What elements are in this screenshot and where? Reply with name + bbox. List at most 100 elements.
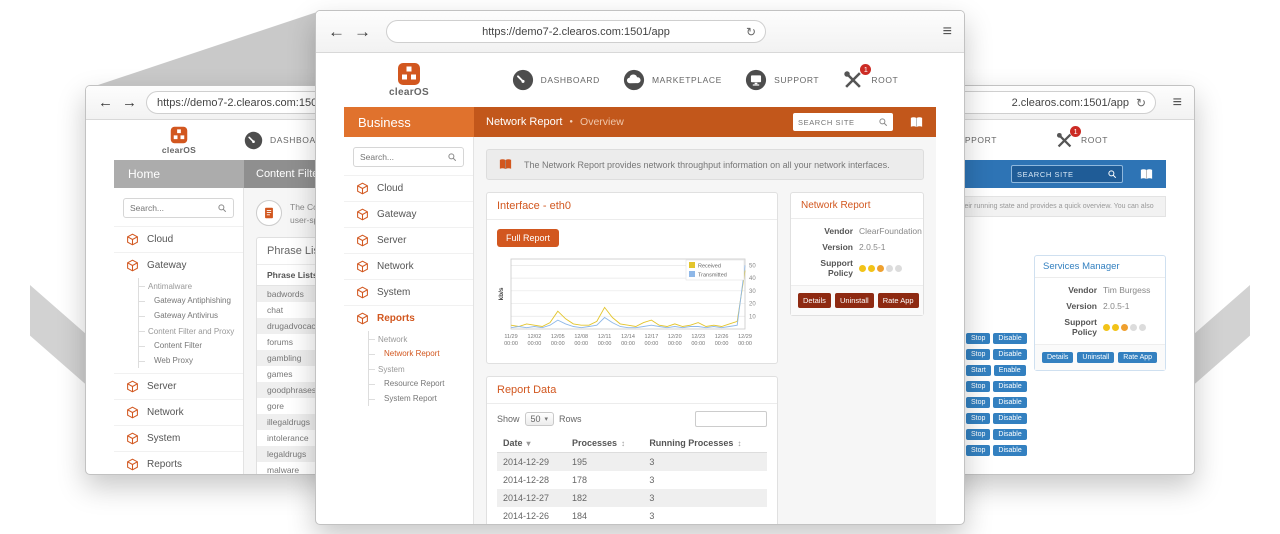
subtree-item-system-report[interactable]: System Report: [369, 391, 473, 406]
page-size-value: 50: [531, 414, 541, 424]
table-row: 2014-12-271823: [497, 489, 767, 507]
user-guide-icon[interactable]: [1139, 167, 1154, 182]
sidebar-item-gateway[interactable]: Gateway: [114, 252, 243, 278]
service-stop-button[interactable]: Stop: [966, 381, 990, 392]
nav-item-label: MARKETPLACE: [652, 75, 722, 85]
uninstall-button[interactable]: Uninstall: [1077, 352, 1114, 363]
clearos-logo[interactable]: clearOS: [114, 120, 244, 160]
support-dot: [886, 265, 893, 272]
uninstall-button[interactable]: Uninstall: [835, 293, 874, 308]
sidebar-item-system[interactable]: System: [114, 425, 243, 451]
table-cell: 2014-12-28: [497, 471, 566, 489]
sidebar-search[interactable]: [353, 147, 464, 167]
field-label: Support Policy: [1041, 317, 1103, 337]
sidebar-search[interactable]: [123, 198, 234, 218]
service-disable-button[interactable]: Disable: [993, 429, 1026, 440]
svg-text:00:00: 00:00: [528, 341, 542, 347]
subtree-item-content-filter[interactable]: Content Filter: [139, 338, 243, 353]
column-header-processes[interactable]: Processes↕: [566, 434, 643, 453]
reload-icon[interactable]: ↻: [746, 25, 756, 39]
details-button[interactable]: Details: [1042, 352, 1073, 363]
rate-app-button[interactable]: Rate App: [1118, 352, 1157, 363]
clearos-logo[interactable]: clearOS: [344, 53, 474, 107]
stage: ← → https://demo7-2.clearos.com:150 ≡ cl…: [0, 0, 1280, 534]
search-icon: [1107, 169, 1117, 179]
sidebar-item-cloud[interactable]: Cloud: [344, 175, 473, 201]
table-row: 2014-12-261843: [497, 507, 767, 525]
notification-badge: 1: [1070, 126, 1081, 137]
sidebar-search-input[interactable]: [130, 203, 217, 213]
app-panel-fields: VendorClearFoundationVersion2.0.5-1Suppo…: [791, 219, 923, 285]
dashboard-icon: [244, 131, 263, 150]
nav-item-root[interactable]: 1ROOT: [1055, 131, 1108, 150]
site-search[interactable]: [1011, 165, 1123, 183]
nav-item-support[interactable]: SUPPORT: [745, 69, 819, 91]
service-stop-button[interactable]: Stop: [966, 445, 990, 456]
user-guide-icon[interactable]: [909, 115, 924, 130]
edition-label: Home: [114, 160, 244, 188]
service-stop-button[interactable]: Stop: [966, 413, 990, 424]
center-app-header: clearOS DASHBOARD MARKETPLACE SUPPORT 1ROOT: [344, 53, 936, 107]
service-disable-button[interactable]: Disable: [993, 349, 1026, 360]
sidebar-item-reports[interactable]: Reports: [114, 451, 243, 475]
table-filter-input[interactable]: [695, 411, 767, 427]
support-dot: [895, 265, 902, 272]
back-icon[interactable]: ←: [98, 95, 113, 110]
service-disable-button[interactable]: Disable: [993, 413, 1026, 424]
forward-icon[interactable]: →: [354, 23, 371, 40]
subtree-item-gateway-antiphishing[interactable]: Gateway Antiphishing: [139, 293, 243, 308]
subtree-item-network-report[interactable]: Network Report: [369, 346, 473, 361]
site-search-input[interactable]: [798, 118, 875, 127]
sidebar-item-label: System: [377, 287, 410, 298]
sidebar-item-cloud[interactable]: Cloud: [114, 226, 243, 252]
sidebar-item-network[interactable]: Network: [114, 399, 243, 425]
nav-item-dashboard[interactable]: DASHBOARD: [512, 69, 600, 91]
support-dot: [859, 265, 866, 272]
back-icon[interactable]: ←: [328, 23, 345, 40]
service-stop-button[interactable]: Stop: [966, 333, 990, 344]
table-cell: 3: [643, 489, 767, 507]
subtree-item-resource-report[interactable]: Resource Report: [369, 376, 473, 391]
service-disable-button[interactable]: Disable: [993, 333, 1026, 344]
details-button[interactable]: Details: [798, 293, 831, 308]
cube-icon: [356, 208, 369, 221]
nav-item-root[interactable]: 1ROOT: [842, 69, 898, 91]
menu-icon[interactable]: ≡: [1173, 94, 1182, 112]
url-text: https://demo7-2.clearos.com:150: [157, 97, 317, 109]
menu-icon[interactable]: ≡: [943, 23, 952, 41]
svg-text:12/23: 12/23: [691, 334, 705, 340]
service-stop-button[interactable]: Stop: [966, 349, 990, 360]
subtree-item-web-proxy[interactable]: Web Proxy: [139, 353, 243, 368]
nav-item-marketplace[interactable]: MARKETPLACE: [623, 69, 722, 91]
url-bar[interactable]: https://demo7-2.clearos.com:1501/app ↻: [386, 20, 766, 43]
service-disable-button[interactable]: Disable: [993, 445, 1026, 456]
interface-panel-title: Interface - eth0: [487, 193, 777, 220]
rate-app-button[interactable]: Rate App: [878, 293, 919, 308]
forward-icon[interactable]: →: [122, 95, 137, 110]
service-disable-button[interactable]: Disable: [993, 381, 1026, 392]
site-search-input[interactable]: [1017, 170, 1104, 179]
column-header-date[interactable]: Date▾: [497, 434, 566, 453]
service-stop-button[interactable]: Stop: [966, 397, 990, 408]
manual-icon: [497, 157, 514, 172]
sidebar-search-input[interactable]: [360, 152, 447, 162]
sidebar-item-system[interactable]: System: [344, 279, 473, 305]
service-stop-button[interactable]: Stop: [966, 429, 990, 440]
service-start-button[interactable]: Start: [966, 365, 991, 376]
sidebar-item-reports[interactable]: Reports: [344, 305, 473, 331]
reload-icon[interactable]: ↻: [1136, 96, 1146, 110]
site-search[interactable]: [793, 113, 893, 131]
full-report-button[interactable]: Full Report: [497, 229, 559, 247]
column-header-running-processes[interactable]: Running Processes↕: [643, 434, 767, 453]
sidebar-item-gateway[interactable]: Gateway: [344, 201, 473, 227]
service-disable-button[interactable]: Disable: [993, 397, 1026, 408]
svg-text:12/08: 12/08: [574, 334, 588, 340]
sidebar-item-network[interactable]: Network: [344, 253, 473, 279]
page-size-select[interactable]: 50 ▾: [525, 412, 555, 426]
subtree-item-gateway-antivirus[interactable]: Gateway Antivirus: [139, 308, 243, 323]
report-table: Date▾Processes↕Running Processes↕ 2014-1…: [497, 434, 767, 525]
clearos-logo-icon: [170, 126, 188, 144]
service-enable-button[interactable]: Enable: [994, 365, 1026, 376]
sidebar-item-server[interactable]: Server: [114, 373, 243, 399]
sidebar-item-server[interactable]: Server: [344, 227, 473, 253]
